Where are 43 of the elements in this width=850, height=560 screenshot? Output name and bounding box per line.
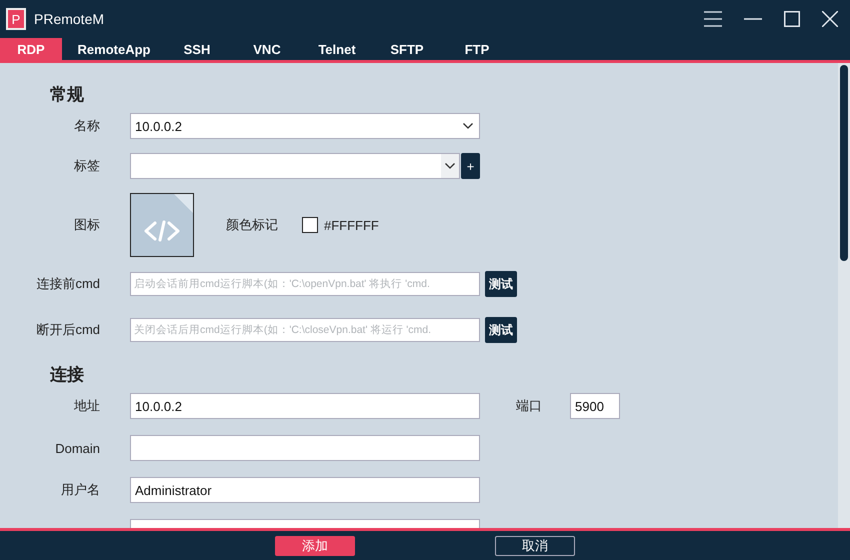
command-field[interactable]: 启动会话前用cmd运行脚本(如：'C:\openVpn.bat' 将执行 'cmd. [130, 272, 480, 296]
protocol-tab[interactable]: Telnet [306, 38, 368, 60]
field-label: 图标 [74, 217, 100, 232]
protocol-tab[interactable]: RDP [0, 38, 62, 60]
app-logo: P [6, 8, 26, 30]
maximize-icon[interactable] [784, 11, 800, 27]
add-button[interactable]: 添加 [275, 536, 355, 556]
color-swatch[interactable] [302, 217, 318, 233]
text-field[interactable] [130, 435, 480, 461]
port-label: 端口 [516, 397, 543, 415]
protocol-tab[interactable]: VNC [236, 38, 298, 60]
close-icon[interactable] [822, 11, 838, 27]
scrollbar[interactable] [838, 63, 850, 528]
test-button[interactable]: 测试 [485, 317, 517, 343]
field-label: 连接前cmd [36, 276, 100, 291]
window-title: PRemoteM [34, 11, 104, 27]
protocol-tab[interactable]: SFTP [376, 38, 438, 60]
field-label: 标签 [74, 158, 100, 173]
color-value: #FFFFFF [324, 218, 379, 232]
minimize-icon[interactable] [744, 18, 762, 20]
section-heading: 常规 [50, 84, 85, 105]
field-label: 名称 [74, 118, 100, 133]
field-label: 断开后cmd [36, 322, 100, 337]
protocol-tab[interactable]: RemoteApp [70, 38, 158, 60]
field-label: 地址 [74, 398, 100, 413]
protocol-tab[interactable]: SSH [166, 38, 228, 60]
chevron-icon [463, 123, 473, 129]
address-field[interactable]: 10.0.0.2 [130, 393, 480, 419]
field-label: Domain [55, 440, 100, 456]
test-button[interactable]: 测试 [485, 271, 517, 297]
cancel-button[interactable]: 取消 [495, 536, 575, 556]
menu-icon[interactable] [704, 11, 722, 27]
protocol-tab[interactable]: FTP [446, 38, 508, 60]
add-tag-button[interactable]: + [461, 153, 480, 179]
chevron-icon [445, 163, 455, 169]
port-field[interactable]: 5900 [570, 393, 620, 419]
command-field[interactable]: 关闭会话后用cmd运行脚本(如：'C:\closeVpn.bat' 将运行 'cmd. [130, 318, 480, 342]
code-file-icon[interactable] [130, 193, 194, 257]
color-label: 颜色标记 [226, 216, 278, 234]
name-dropdown[interactable]: 10.0.0.2 [130, 113, 480, 139]
section-heading: 连接 [50, 364, 85, 385]
field-label: 用户名 [61, 482, 100, 497]
text-field[interactable]: Administrator [130, 477, 480, 503]
